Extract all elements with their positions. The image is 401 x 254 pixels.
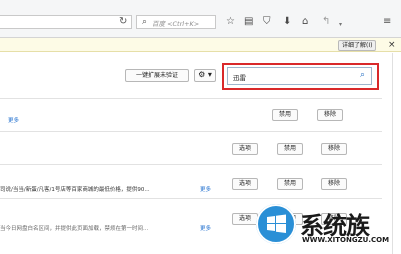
- divider: [0, 98, 382, 99]
- shield-icon[interactable]: ⛉: [263, 16, 271, 28]
- home-icon[interactable]: ⌂: [302, 16, 308, 28]
- more-link[interactable]: 更多: [200, 224, 211, 232]
- remove-button[interactable]: 移除: [321, 143, 347, 155]
- options-button[interactable]: 选项: [232, 143, 258, 155]
- menu-icon[interactable]: ≡: [383, 16, 391, 28]
- disable-button[interactable]: 禁用: [277, 178, 303, 190]
- reader-icon[interactable]: ▤: [244, 16, 253, 28]
- remove-button[interactable]: 移除: [317, 109, 343, 121]
- divider: [0, 164, 382, 165]
- gear-icon[interactable]: ⚙ ▾: [194, 69, 216, 82]
- search-icon: ⌕: [142, 17, 148, 27]
- windows-logo-icon: [256, 204, 296, 244]
- search-placeholder: 百度 <Ctrl+K>: [152, 20, 200, 28]
- addon-description: 当今日网盘白名区间，并提供此页面加载，禁烦在第一时间...: [0, 226, 149, 232]
- reload-icon[interactable]: ↻: [119, 17, 127, 27]
- url-bar[interactable]: [0, 15, 132, 29]
- disable-button[interactable]: 禁用: [272, 109, 298, 121]
- options-button[interactable]: 选项: [232, 213, 258, 225]
- windows-logo-glyph: [256, 204, 296, 244]
- details-button[interactable]: 详细了解(I): [338, 40, 377, 51]
- options-button[interactable]: 选项: [232, 178, 258, 190]
- remove-button[interactable]: 移除: [321, 178, 347, 190]
- web-search-bar[interactable]: ⌕ 百度 <Ctrl+K>: [136, 15, 216, 29]
- search-highlight: [222, 63, 379, 90]
- dropdown-icon[interactable]: ▾: [339, 19, 342, 31]
- disable-button[interactable]: 禁用: [277, 143, 303, 155]
- close-icon[interactable]: ×: [388, 39, 396, 51]
- divider: [0, 131, 382, 132]
- scrollbar-track[interactable]: [392, 53, 393, 254]
- divider: [0, 198, 382, 199]
- check-updates-button[interactable]: 一键扩展未验证: [125, 69, 189, 82]
- back-icon[interactable]: ↰: [322, 16, 330, 28]
- more-link[interactable]: 更多: [8, 116, 19, 124]
- download-icon[interactable]: ⬇: [283, 16, 291, 28]
- addon-description: 司说/当当/新蛋/凡客/1号店等百家商城的最低价格，提供90...: [0, 187, 150, 193]
- star-icon[interactable]: ☆: [226, 16, 235, 28]
- more-link[interactable]: 更多: [200, 185, 211, 193]
- watermark-url: WWW.XITONGZU.COM: [302, 236, 390, 244]
